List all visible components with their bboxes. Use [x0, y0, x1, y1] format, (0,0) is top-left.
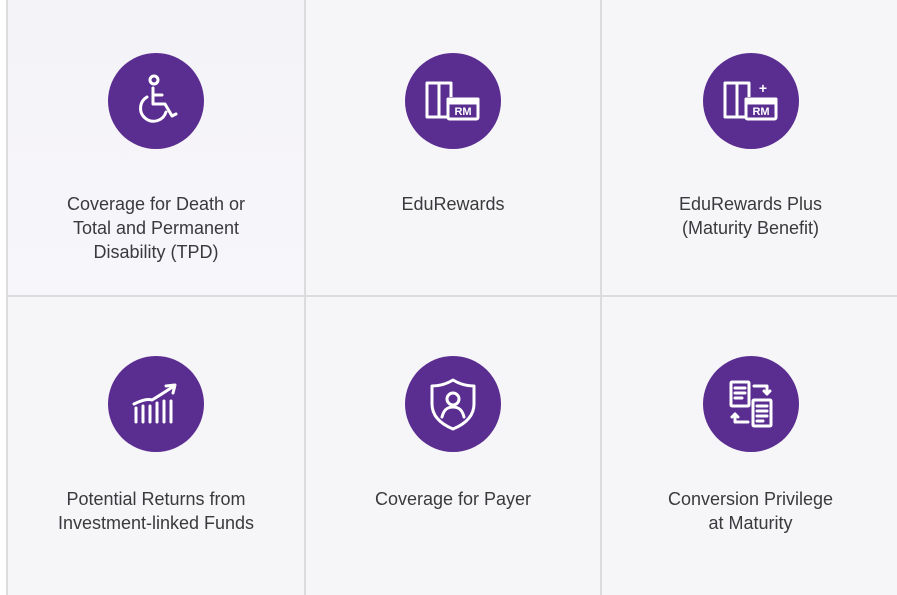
- svg-text:RM: RM: [454, 106, 471, 118]
- feature-card-conversion-privilege: Conversion Privilege at Maturity: [602, 297, 897, 595]
- feature-label: EduRewards Plus (Maturity Benefit): [678, 194, 823, 238]
- svg-text:+: +: [758, 80, 766, 96]
- svg-text:RM: RM: [752, 106, 769, 118]
- feature-label: Coverage for Payer: [374, 489, 532, 509]
- book-rm-plus-icon: RM +: [702, 53, 799, 149]
- feature-card-edurewards: RM EduRewards: [306, 0, 602, 297]
- shield-person-icon: [405, 356, 501, 452]
- document-exchange-icon: [702, 356, 799, 452]
- feature-card-tpd-coverage: Coverage for Death or Total and Permanen…: [8, 0, 306, 297]
- benefits-grid: Coverage for Death or Total and Permanen…: [6, 0, 897, 595]
- feature-card-edurewards-plus: RM + EduRewards Plus (Maturity Benefit): [602, 0, 897, 297]
- feature-card-investment-returns: Potential Returns from Investment-linked…: [8, 297, 306, 595]
- feature-label: Potential Returns from Investment-linked…: [57, 489, 255, 533]
- book-rm-icon: RM: [405, 53, 501, 149]
- feature-label: Conversion Privilege at Maturity: [667, 489, 834, 533]
- feature-label: EduRewards: [401, 194, 505, 214]
- wheelchair-icon: [108, 53, 204, 149]
- feature-label: Coverage for Death or Total and Permanen…: [66, 194, 246, 262]
- feature-card-payer-coverage: Coverage for Payer: [306, 297, 602, 595]
- growth-chart-icon: [108, 356, 204, 452]
